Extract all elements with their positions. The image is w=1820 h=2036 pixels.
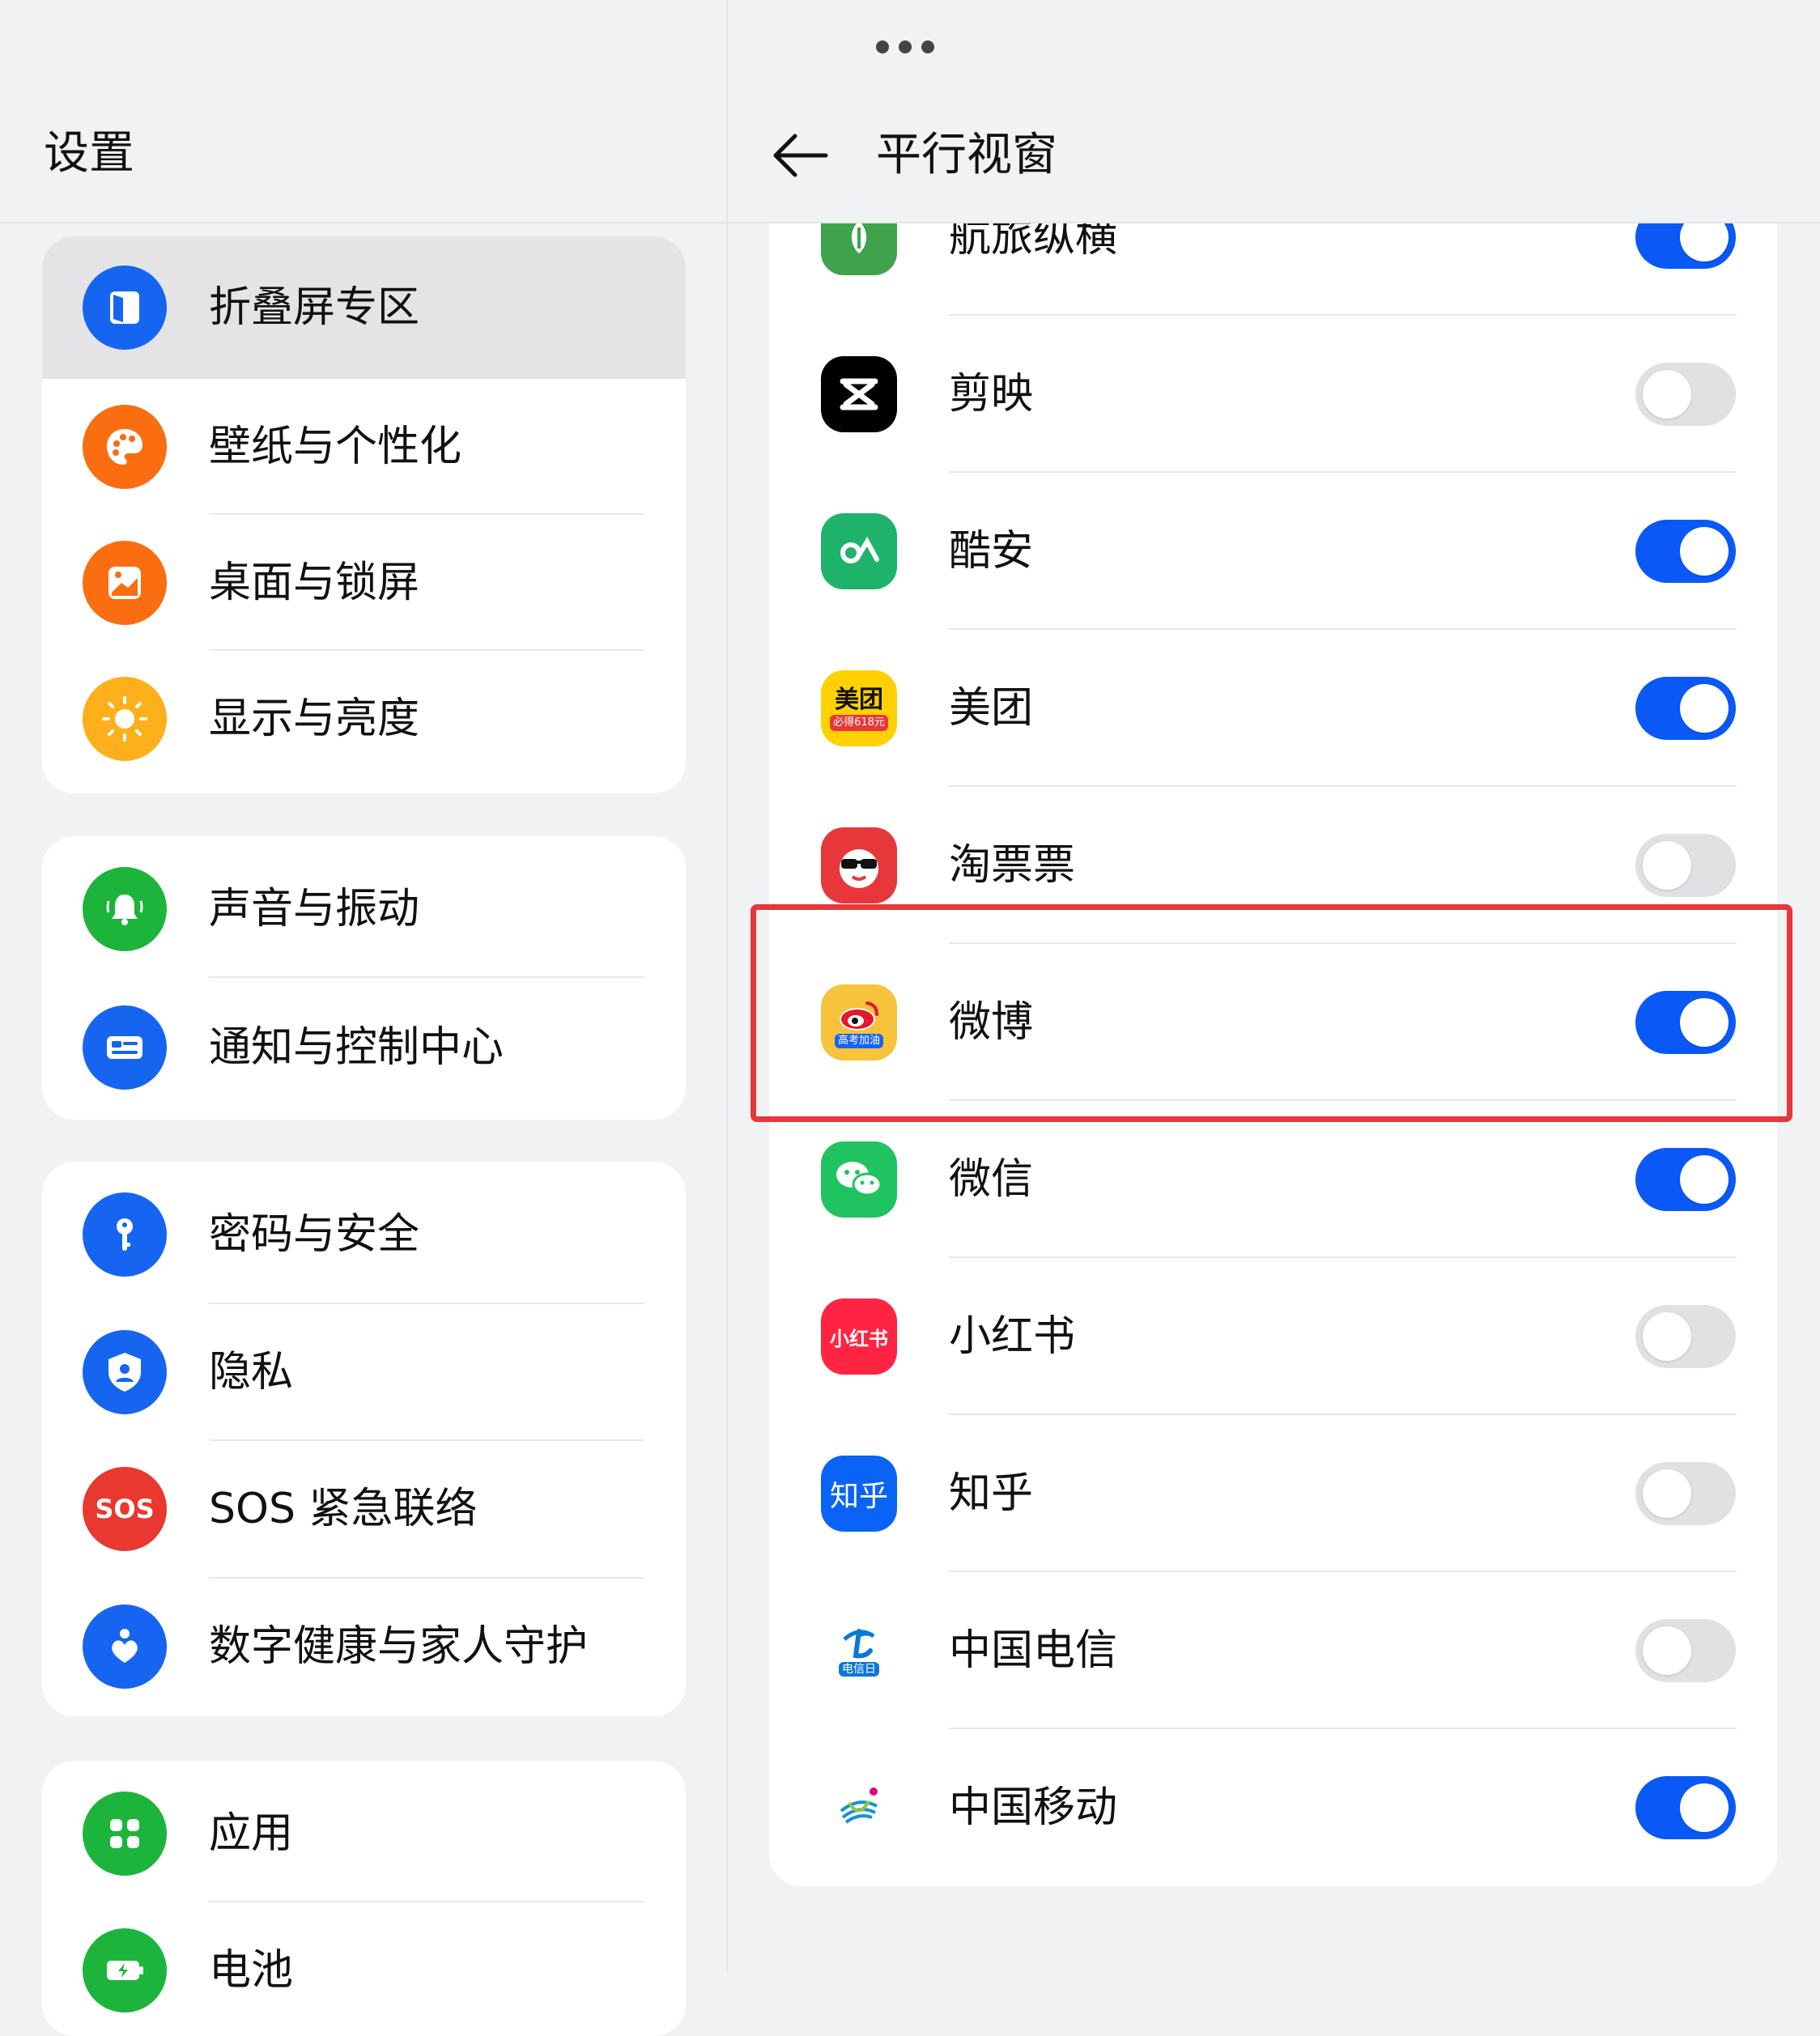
apps-grid-icon: [83, 1792, 167, 1876]
app-row-jianying: 剪映: [769, 316, 1777, 473]
heart-person-icon: [83, 1605, 167, 1689]
wechat-app-icon: [821, 1141, 897, 1218]
settings-group-4: 应用 电池: [42, 1761, 686, 2036]
app-row-meituan: 美团 必得618元 美团: [769, 630, 1777, 787]
toggle-meituan[interactable]: [1635, 677, 1736, 740]
app-row-xiaohongshu: 小红书 小红书: [769, 1258, 1777, 1415]
app-row-wechat: 微信: [769, 1101, 1777, 1258]
meituan-app-icon: 美团 必得618元: [821, 670, 897, 746]
sidebar-item-label: 隐私: [209, 1348, 294, 1396]
sidebar-item-label: 折叠屏专区: [209, 283, 420, 332]
sidebar-item-home-lock[interactable]: 桌面与锁屏: [42, 515, 686, 651]
app-label: 美团: [949, 684, 1034, 733]
app-row-coolapk: 酷安: [769, 473, 1777, 630]
sidebar-item-label: 数字健康与家人守护: [209, 1622, 589, 1671]
settings-group-3: 密码与安全 隐私 SOS SOS 紧急联络 数字健康与家人守护: [42, 1162, 686, 1716]
sun-icon: [83, 677, 167, 761]
settings-group-1: 折叠屏专区 壁纸与个性化 桌面与锁屏 显示与亮度: [42, 236, 686, 793]
sidebar-item-password-security[interactable]: 密码与安全: [42, 1162, 686, 1304]
sidebar-item-label: 通知与控制中心: [209, 1023, 504, 1072]
app-row-china-mobile: 中国移动: [769, 1729, 1777, 1886]
battery-icon: [83, 1928, 167, 2013]
settings-group-2: 声音与振动 通知与控制中心: [42, 836, 686, 1120]
app-label: 小红书: [949, 1312, 1076, 1361]
jianying-app-icon: [821, 356, 897, 432]
sidebar-item-display[interactable]: 显示与亮度: [42, 651, 686, 787]
toggle-china-telecom[interactable]: [1635, 1619, 1736, 1682]
notification-icon: [83, 1005, 167, 1090]
app-label: 航旅纵横: [949, 223, 1118, 261]
app-label: 知乎: [949, 1469, 1034, 1518]
china-telecom-app-icon: 电信日: [821, 1613, 897, 1689]
app-row-zhihu: 知乎 知乎: [769, 1415, 1777, 1572]
china-mobile-app-icon: [821, 1770, 897, 1846]
app-row-china-telecom: 电信日 中国电信: [769, 1572, 1777, 1729]
app-label: 中国电信: [949, 1626, 1118, 1675]
sidebar-item-notifications[interactable]: 通知与控制中心: [42, 978, 686, 1120]
sidebar-item-label: 应用: [209, 1809, 294, 1858]
sidebar-item-label: SOS 紧急联络: [209, 1485, 478, 1533]
app-label: 酷安: [949, 527, 1034, 576]
app-label: 淘票票: [949, 841, 1076, 890]
toggle-coolapk[interactable]: [1635, 520, 1736, 583]
sidebar-item-label: 桌面与锁屏: [209, 559, 420, 607]
sidebar-item-wallpaper[interactable]: 壁纸与个性化: [42, 379, 686, 515]
sidebar-item-digital-wellbeing[interactable]: 数字健康与家人守护: [42, 1579, 686, 1716]
toggle-zhihu[interactable]: [1635, 1462, 1736, 1525]
back-button[interactable]: [771, 130, 829, 185]
toggle-wechat[interactable]: [1635, 1148, 1736, 1211]
sidebar-item-label: 显示与亮度: [209, 695, 420, 743]
pane-title: 平行视窗: [876, 129, 1057, 181]
taopiaopiao-app-icon: [821, 827, 897, 903]
foldable-icon: [83, 266, 167, 350]
sidebar-item-label: 壁纸与个性化: [209, 423, 462, 471]
sidebar-item-label: 密码与安全: [209, 1210, 420, 1259]
sidebar-item-sound[interactable]: 声音与振动: [42, 836, 686, 978]
app-label: 剪映: [949, 370, 1034, 419]
highlight-box: [751, 904, 1792, 1122]
toggle-hanglv[interactable]: [1635, 223, 1736, 269]
xiaohongshu-app-icon: 小红书: [821, 1299, 897, 1375]
zhihu-app-icon: 知乎: [821, 1456, 897, 1532]
wallpaper-icon: [83, 541, 167, 625]
sidebar-item-privacy[interactable]: 隐私: [42, 1304, 686, 1441]
sidebar-item-label: 电池: [209, 1946, 294, 1995]
sidebar-item-apps[interactable]: 应用: [42, 1761, 686, 1902]
palette-icon: [83, 405, 167, 489]
sos-icon: SOS: [83, 1467, 167, 1551]
app-row-hanglv: 航旅纵横: [769, 223, 1777, 316]
toggle-jianying[interactable]: [1635, 363, 1736, 426]
window-more-handle[interactable]: [876, 40, 934, 53]
toggle-china-mobile[interactable]: [1635, 1776, 1736, 1839]
app-label: 微信: [949, 1155, 1034, 1204]
sidebar-item-sos[interactable]: SOS SOS 紧急联络: [42, 1441, 686, 1579]
sidebar-item-foldable[interactable]: 折叠屏专区: [42, 236, 686, 379]
bell-icon: [83, 867, 167, 951]
app-label: 中国移动: [949, 1783, 1118, 1832]
key-icon: [83, 1192, 167, 1277]
toggle-taopiaopiao[interactable]: [1635, 834, 1736, 897]
sidebar-item-label: 声音与振动: [209, 885, 420, 933]
sidebar-item-battery[interactable]: 电池: [42, 1902, 686, 2036]
toggle-xiaohongshu[interactable]: [1635, 1305, 1736, 1368]
coolapk-app-icon: [821, 513, 897, 589]
hanglv-app-icon: [821, 223, 897, 275]
page-title: 设置: [44, 127, 134, 180]
back-arrow-icon: [773, 134, 828, 177]
privacy-shield-icon: [83, 1330, 167, 1414]
pane-divider: [726, 0, 728, 1971]
